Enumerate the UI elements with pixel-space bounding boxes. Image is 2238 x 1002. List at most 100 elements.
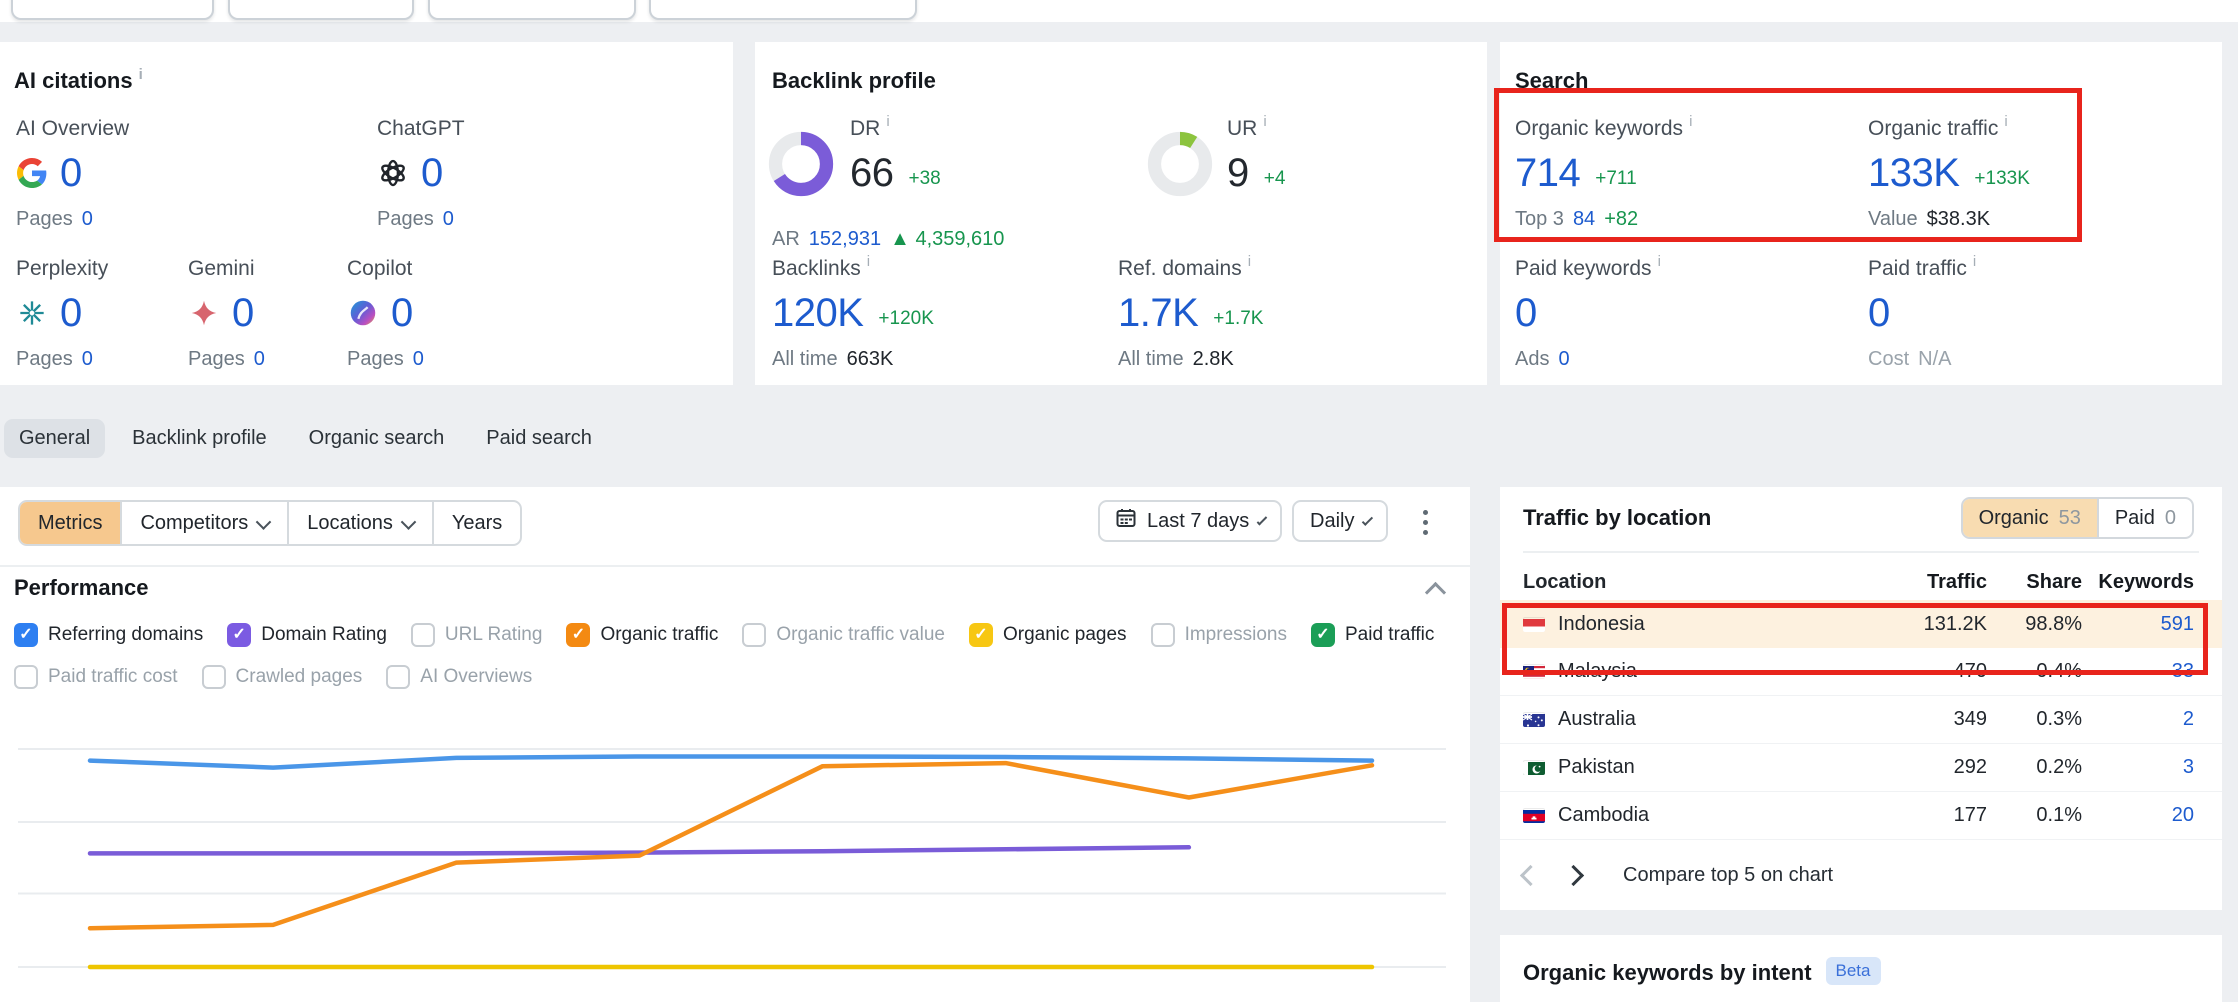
checkbox-organic-traffic[interactable]: Organic traffic [566, 623, 718, 647]
organic-keywords-delta: +711 [1595, 168, 1636, 190]
search-title: Search [1515, 68, 1588, 94]
ref-domains-metric: Ref. domains 1.7K+1.7K All time2.8K [1118, 256, 1263, 372]
ai-metric-chatgpt: ChatGPT 0 Pages0 [377, 116, 465, 232]
checkbox-organic-pages[interactable]: Organic pages [969, 623, 1127, 647]
info-icon[interactable] [1263, 109, 1266, 135]
dr-metric: DR 66+38 [850, 116, 941, 206]
ads-value-link[interactable]: 0 [1558, 348, 1569, 371]
organic-keywords-metric: Organic keywords 714+711 Top 384+82 [1515, 116, 1692, 232]
tab-backlink-profile[interactable]: Backlink profile [117, 419, 282, 458]
keywords-link[interactable]: 20 [2082, 804, 2194, 827]
cropped-toolbar-field[interactable] [428, 0, 636, 20]
info-icon[interactable] [886, 109, 889, 135]
organic-keywords-value[interactable]: 714 [1515, 150, 1580, 196]
pages-label: Pages [16, 208, 73, 231]
checkbox-crawled-pages[interactable]: Crawled pages [202, 665, 363, 689]
checkbox-organic-traffic-value[interactable]: Organic traffic value [742, 623, 945, 647]
toggle-paid[interactable]: Paid0 [2099, 499, 2192, 537]
checkbox-url-rating[interactable]: URL Rating [411, 623, 543, 647]
segment-years[interactable]: Years [434, 502, 520, 544]
metric-value[interactable]: 0 [60, 290, 82, 336]
info-icon[interactable] [1973, 249, 1976, 275]
ar-value-link[interactable]: 152,931 [809, 228, 881, 251]
alltime-value: 2.8K [1193, 348, 1234, 371]
tab-organic-search[interactable]: Organic search [294, 419, 460, 458]
prev-page-button[interactable] [1520, 864, 1541, 885]
segment-competitors[interactable]: Competitors [122, 502, 289, 544]
granularity-button[interactable]: Daily [1292, 500, 1388, 542]
paid-keywords-value[interactable]: 0 [1515, 290, 1537, 336]
pages-value-link[interactable]: 0 [254, 348, 265, 371]
metric-value[interactable]: 0 [60, 150, 82, 196]
checkbox-impressions[interactable]: Impressions [1151, 623, 1287, 647]
metric-label: AI Overview [16, 116, 129, 142]
cropped-toolbar-field[interactable] [11, 0, 214, 20]
info-icon[interactable] [1689, 109, 1692, 135]
toggle-organic[interactable]: Organic53 [1963, 499, 2099, 537]
checkbox-domain-rating[interactable]: Domain Rating [227, 623, 387, 647]
checkbox-paid-traffic[interactable]: Paid traffic [1311, 623, 1434, 647]
info-icon[interactable] [2004, 109, 2007, 135]
backlinks-value[interactable]: 120K [772, 290, 863, 336]
metric-label: ChatGPT [377, 116, 465, 142]
keywords-link[interactable]: 33 [2082, 660, 2194, 683]
collapse-section-button[interactable] [1425, 582, 1446, 603]
keywords-by-intent-card: Organic keywords by intent Beta [1500, 935, 2222, 1002]
cropped-toolbar-field[interactable] [228, 0, 414, 20]
paid-traffic-value[interactable]: 0 [1868, 290, 1890, 336]
table-row-indonesia[interactable]: Indonesia 131.2K 98.8% 591 [1500, 600, 2222, 648]
keywords-link[interactable]: 2 [2082, 708, 2194, 731]
performance-chart [0, 690, 1470, 990]
divider [1523, 551, 2199, 553]
ai-citations-card: AI citations AI Overview 0 Pages0 ChatGP… [0, 42, 733, 385]
pages-value-link[interactable]: 0 [82, 208, 93, 231]
info-icon[interactable] [139, 66, 143, 83]
metric-value[interactable]: 0 [232, 290, 254, 336]
keywords-link[interactable]: 3 [2082, 756, 2194, 779]
top3-value-link[interactable]: 84 [1573, 208, 1595, 231]
metric-label: UR [1227, 117, 1257, 140]
checkbox-referring-domains[interactable]: Referring domains [14, 623, 203, 647]
table-row-australia[interactable]: Australia 349 0.3% 2 [1500, 696, 2222, 744]
pages-value-link[interactable]: 0 [443, 208, 454, 231]
tab-paid-search[interactable]: Paid search [471, 419, 607, 458]
compare-top5-link[interactable]: Compare top 5 on chart [1623, 864, 1833, 887]
chevron-down-icon [401, 514, 417, 530]
keywords-link[interactable]: 591 [2082, 613, 2194, 636]
view-segmented-control: Metrics Competitors Locations Years [18, 500, 522, 546]
pages-value-link[interactable]: 0 [82, 348, 93, 371]
info-icon[interactable] [867, 249, 870, 275]
date-range-button[interactable]: Last 7 days [1098, 500, 1282, 542]
pages-value-link[interactable]: 0 [413, 348, 424, 371]
table-row-pakistan[interactable]: Pakistan 292 0.2% 3 [1500, 744, 2222, 792]
gemini-icon [188, 298, 219, 329]
pages-label: Pages [188, 348, 245, 371]
metric-value[interactable]: 0 [421, 150, 443, 196]
openai-icon [377, 158, 408, 189]
location-table-header: Location Traffic Share Keywords [1500, 567, 2222, 597]
location-table: Indonesia 131.2K 98.8% 591 Malaysia 470 … [1500, 600, 2222, 840]
metric-value[interactable]: 0 [391, 290, 413, 336]
top3-label: Top 3 [1515, 208, 1564, 231]
segment-metrics[interactable]: Metrics [20, 502, 122, 544]
calendar-icon [1116, 508, 1136, 534]
next-page-button[interactable] [1563, 864, 1584, 885]
table-row-malaysia[interactable]: Malaysia 470 0.4% 33 [1500, 648, 2222, 696]
organic-traffic-value[interactable]: 133K [1868, 150, 1959, 196]
info-icon[interactable] [1248, 249, 1251, 275]
google-icon [16, 158, 47, 189]
info-icon[interactable] [1658, 249, 1661, 275]
ar-row: AR 152,931 ▲ 4,359,610 [772, 226, 1004, 252]
checkbox-icon [227, 623, 251, 647]
table-row-cambodia[interactable]: Cambodia 177 0.1% 20 [1500, 792, 2222, 840]
ur-donut [1146, 130, 1214, 198]
cropped-toolbar-field[interactable] [649, 0, 917, 20]
more-options-button[interactable] [1412, 507, 1438, 537]
tab-general[interactable]: General [4, 419, 105, 458]
ref-domains-value[interactable]: 1.7K [1118, 290, 1198, 336]
checkbox-ai-overviews[interactable]: AI Overviews [386, 665, 532, 689]
checkbox-paid-traffic-cost[interactable]: Paid traffic cost [14, 665, 178, 689]
paid-traffic-metric: Paid traffic 0 CostN/A [1868, 256, 1976, 372]
checkbox-icon [1151, 623, 1175, 647]
segment-locations[interactable]: Locations [289, 502, 434, 544]
